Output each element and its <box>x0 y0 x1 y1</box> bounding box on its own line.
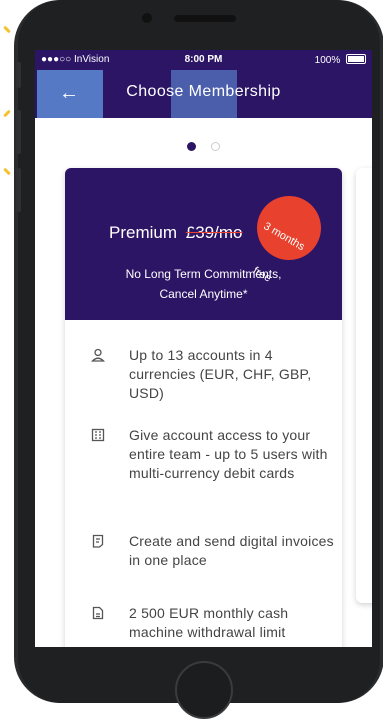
volume-button <box>16 110 21 154</box>
home-button[interactable] <box>175 661 233 719</box>
feature-text: Give account access to your entire team … <box>129 427 328 481</box>
feature-text: Up to 13 accounts in 4 currencies (EUR, … <box>129 347 312 401</box>
decorative-mark <box>3 167 11 176</box>
next-membership-card-peek[interactable] <box>356 168 372 603</box>
tagline-line-1: No Long Term Commitments, <box>125 267 282 281</box>
battery-status: 100% <box>315 54 366 66</box>
page-title: Choose Membership <box>126 83 281 100</box>
invoice-icon <box>91 534 105 548</box>
card-header: Premium £39/mo 3 months free No Long Ter… <box>65 168 342 320</box>
status-bar: ●●●○○ InVision 8:00 PM 100% <box>35 50 372 70</box>
feature-text: 2 500 EUR monthly cash machine withdrawa… <box>129 605 289 640</box>
promo-badge: 3 months free <box>245 184 333 285</box>
atm-icon <box>91 606 105 620</box>
page-indicator <box>35 138 372 156</box>
plan-title: Premium £39/mo <box>109 223 242 243</box>
camera-icon <box>142 13 152 23</box>
speaker-grille <box>174 15 236 22</box>
plan-old-price: £39/mo <box>185 223 243 242</box>
plan-tagline: No Long Term Commitments, Cancel Anytime… <box>65 264 342 304</box>
page-dot-active[interactable] <box>187 142 197 151</box>
tagline-line-2: Cancel Anytime* <box>159 287 248 301</box>
screen: ●●●○○ InVision 8:00 PM 100% ← Choose Mem… <box>35 50 372 647</box>
user-icon <box>90 348 106 362</box>
volume-button <box>16 62 21 88</box>
battery-label: 100% <box>314 55 341 66</box>
decorative-mark <box>3 109 11 118</box>
decorative-mark <box>3 25 11 34</box>
nav-bar: ← Choose Membership <box>35 70 372 118</box>
volume-button <box>16 168 21 212</box>
page-dot[interactable] <box>210 142 220 151</box>
building-icon <box>91 428 105 442</box>
feature-text: Create and send digital invoices in one … <box>129 533 334 568</box>
membership-card[interactable]: Premium £39/mo 3 months free No Long Ter… <box>65 168 342 647</box>
battery-icon <box>346 54 366 64</box>
plan-name: Premium <box>109 223 178 242</box>
